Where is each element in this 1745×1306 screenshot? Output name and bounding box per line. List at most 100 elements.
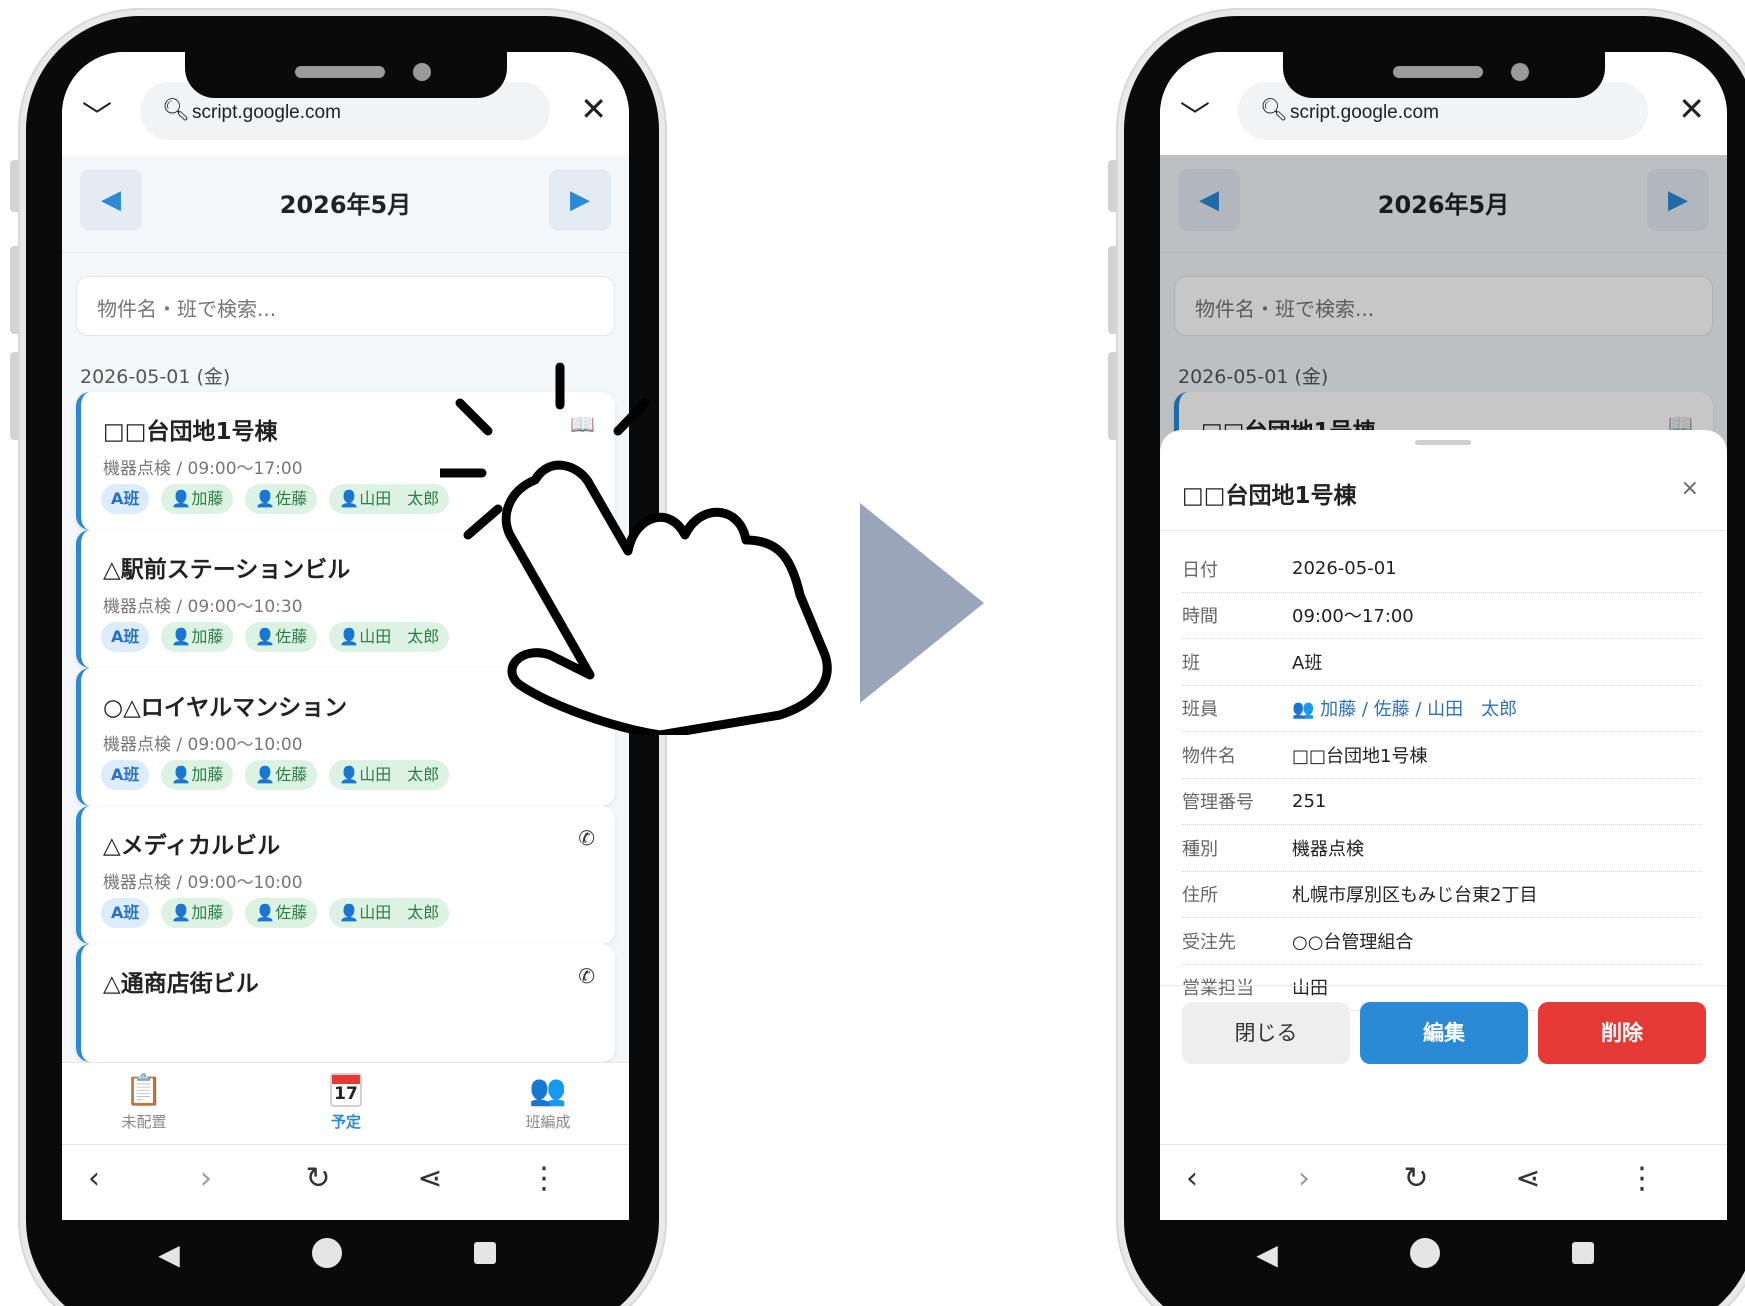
detail-row: 時間 09:00〜17:00 [1182, 593, 1702, 639]
detail-title: □□台団地1号棟 [1182, 483, 1357, 509]
url-text: script.google.com [192, 102, 341, 123]
job-title: □□台団地1号棟 [103, 419, 278, 445]
member-badge: 👤山田 太郎 [329, 760, 450, 790]
nav-teams[interactable]: 👥 班編成 [488, 1073, 608, 1132]
calendar-icon: 17 [286, 1073, 406, 1109]
detail-row: 管理番号 251 [1182, 779, 1702, 825]
phone-after: ﹀ 🔍︎ script.google.com ✕ ◀ 2026年5月 ▶ 物件名… [1118, 10, 1745, 1306]
phone-icon[interactable]: ✆ [578, 964, 595, 988]
person-icon: 👤 [255, 627, 276, 646]
person-icon: 👤 [339, 627, 360, 646]
person-icon: 👤 [339, 489, 360, 508]
tutorial-stage: ﹀ 🔍︎ script.google.com ✕ ◀ 2026年5月 ▶ 物件名… [0, 0, 1745, 1306]
member-badge: 👤佐藤 [245, 898, 318, 928]
job-title: △メディカルビル [103, 833, 281, 859]
more-icon[interactable]: ⋮ [1622, 1161, 1662, 1196]
search-input[interactable]: 物件名・班で検索... [76, 276, 615, 336]
phone-icon[interactable]: ✆ [578, 826, 595, 850]
back-icon[interactable]: ‹ [74, 1161, 114, 1196]
sys-back-icon[interactable]: ◀ [1247, 1238, 1287, 1271]
job-title: △通商店街ビル [103, 971, 259, 997]
forward-icon[interactable]: › [186, 1161, 226, 1196]
detail-sheet: □□台団地1号棟 × 日付 2026-05-01 時間 09:00〜17:00 班A… [1160, 430, 1727, 1144]
nav-schedule[interactable]: 17 予定 [286, 1073, 406, 1132]
browser-toolbar: ‹ › ↻ ⋖ ⋮ [62, 1144, 629, 1220]
person-icon: 👤 [171, 627, 192, 646]
person-icon: 👤 [171, 903, 192, 922]
person-icon: 👤 [339, 765, 360, 784]
detail-row: 種別 機器点検 [1182, 825, 1702, 872]
detail-row: 班員 👥 加藤 / 佐藤 / 山田 太郎 [1182, 686, 1702, 732]
next-month-button[interactable]: ▶ [549, 169, 611, 231]
member-badge: 👤佐藤 [245, 760, 318, 790]
member-badge: 👤佐藤 [245, 622, 318, 652]
sys-back-icon[interactable]: ◀ [149, 1238, 189, 1271]
browser-toolbar: ‹ › ↻ ⋖ ⋮ [1160, 1144, 1727, 1220]
member-badge: 👤山田 太郎 [329, 898, 450, 928]
job-title: ○△ロイヤルマンション [103, 695, 348, 721]
sheet-close-icon[interactable]: × [1681, 476, 1699, 501]
url-text: script.google.com [1290, 102, 1439, 123]
month-header: ◀ 2026年5月 ▶ [62, 155, 629, 253]
close-icon[interactable]: ✕ [1678, 90, 1705, 128]
sys-home-icon[interactable] [307, 1238, 347, 1275]
next-step-arrow [860, 503, 984, 703]
team-badge: A班 [101, 484, 150, 514]
phone-screen: ﹀ 🔍︎ script.google.com ✕ ◀ 2026年5月 ▶ 物件名… [1160, 52, 1727, 1292]
person-icon: 👤 [171, 765, 192, 784]
sys-home-icon[interactable] [1405, 1238, 1445, 1275]
job-subtitle: 機器点検 / 09:00〜10:00 [103, 735, 303, 755]
sheet-handle[interactable] [1415, 440, 1471, 445]
people-icon: 👥 [1292, 699, 1321, 721]
job-title: △駅前ステーションビル [103, 557, 351, 583]
team-badge: A班 [101, 760, 150, 790]
job-card[interactable]: △メディカルビル 機器点検 / 09:00〜10:00 A班 👤加藤 👤佐藤 👤… [76, 806, 615, 944]
member-badge: 👤佐藤 [245, 484, 318, 514]
share-icon[interactable]: ⋖ [1508, 1161, 1548, 1196]
team-badge: A班 [101, 898, 150, 928]
clipboard-icon: 📋 [125, 1073, 163, 1108]
date-header: 2026-05-01 (金) [80, 366, 231, 388]
sys-recent-icon[interactable] [1563, 1238, 1603, 1271]
member-badge: 👤加藤 [161, 898, 234, 928]
close-icon[interactable]: ✕ [580, 90, 607, 128]
phone-notch [185, 52, 507, 98]
android-nav-bar: ◀ [62, 1220, 629, 1292]
search-icon: 🔍︎ [162, 98, 190, 123]
member-badge: 👤加藤 [161, 760, 234, 790]
people-icon: 👥 [529, 1073, 567, 1108]
chevron-down-icon[interactable]: ﹀ [82, 92, 112, 136]
sys-recent-icon[interactable] [465, 1238, 505, 1271]
members-link[interactable]: 👥 加藤 / 佐藤 / 山田 太郎 [1292, 695, 1517, 721]
team-badge: A班 [101, 622, 150, 652]
more-icon[interactable]: ⋮ [524, 1161, 564, 1196]
share-icon[interactable]: ⋖ [410, 1161, 450, 1196]
person-icon: 👤 [255, 765, 276, 784]
app-bottom-nav: 📋 未配置 17 予定 👥 班編成 [62, 1062, 629, 1144]
reload-icon[interactable]: ↻ [298, 1161, 338, 1196]
android-nav-bar: ◀ [1160, 1220, 1727, 1292]
reload-icon[interactable]: ↻ [1396, 1161, 1436, 1196]
person-icon: 👤 [171, 489, 192, 508]
back-icon[interactable]: ‹ [1172, 1161, 1212, 1196]
detail-table: 日付 2026-05-01 時間 09:00〜17:00 班 A班 班員 👥 加藤 / … [1182, 546, 1702, 1011]
month-title: 2026年5月 [279, 191, 412, 219]
chevron-down-icon[interactable]: ﹀ [1180, 92, 1210, 136]
job-subtitle: 機器点検 / 09:00〜10:00 [103, 873, 303, 893]
forward-icon[interactable]: › [1284, 1161, 1324, 1196]
person-icon: 👤 [339, 903, 360, 922]
person-icon: 👤 [255, 489, 276, 508]
close-button[interactable]: 閉じる [1182, 1002, 1350, 1064]
job-subtitle: 機器点検 / 09:00〜17:00 [103, 459, 303, 479]
member-badge: 👤山田 太郎 [329, 484, 450, 514]
nav-unassigned[interactable]: 📋 未配置 [84, 1073, 204, 1132]
search-icon: 🔍︎ [1260, 98, 1288, 123]
phone-notch [1283, 52, 1605, 98]
member-badge: 👤加藤 [161, 622, 234, 652]
edit-button[interactable]: 編集 [1360, 1002, 1528, 1064]
member-badge: 👤山田 太郎 [329, 622, 450, 652]
delete-button[interactable]: 削除 [1538, 1002, 1706, 1064]
job-card[interactable]: △通商店街ビル ✆ [76, 944, 615, 1062]
detail-row: 物件名 □□台団地1号棟 [1182, 732, 1702, 779]
tap-hand-icon [440, 362, 832, 735]
